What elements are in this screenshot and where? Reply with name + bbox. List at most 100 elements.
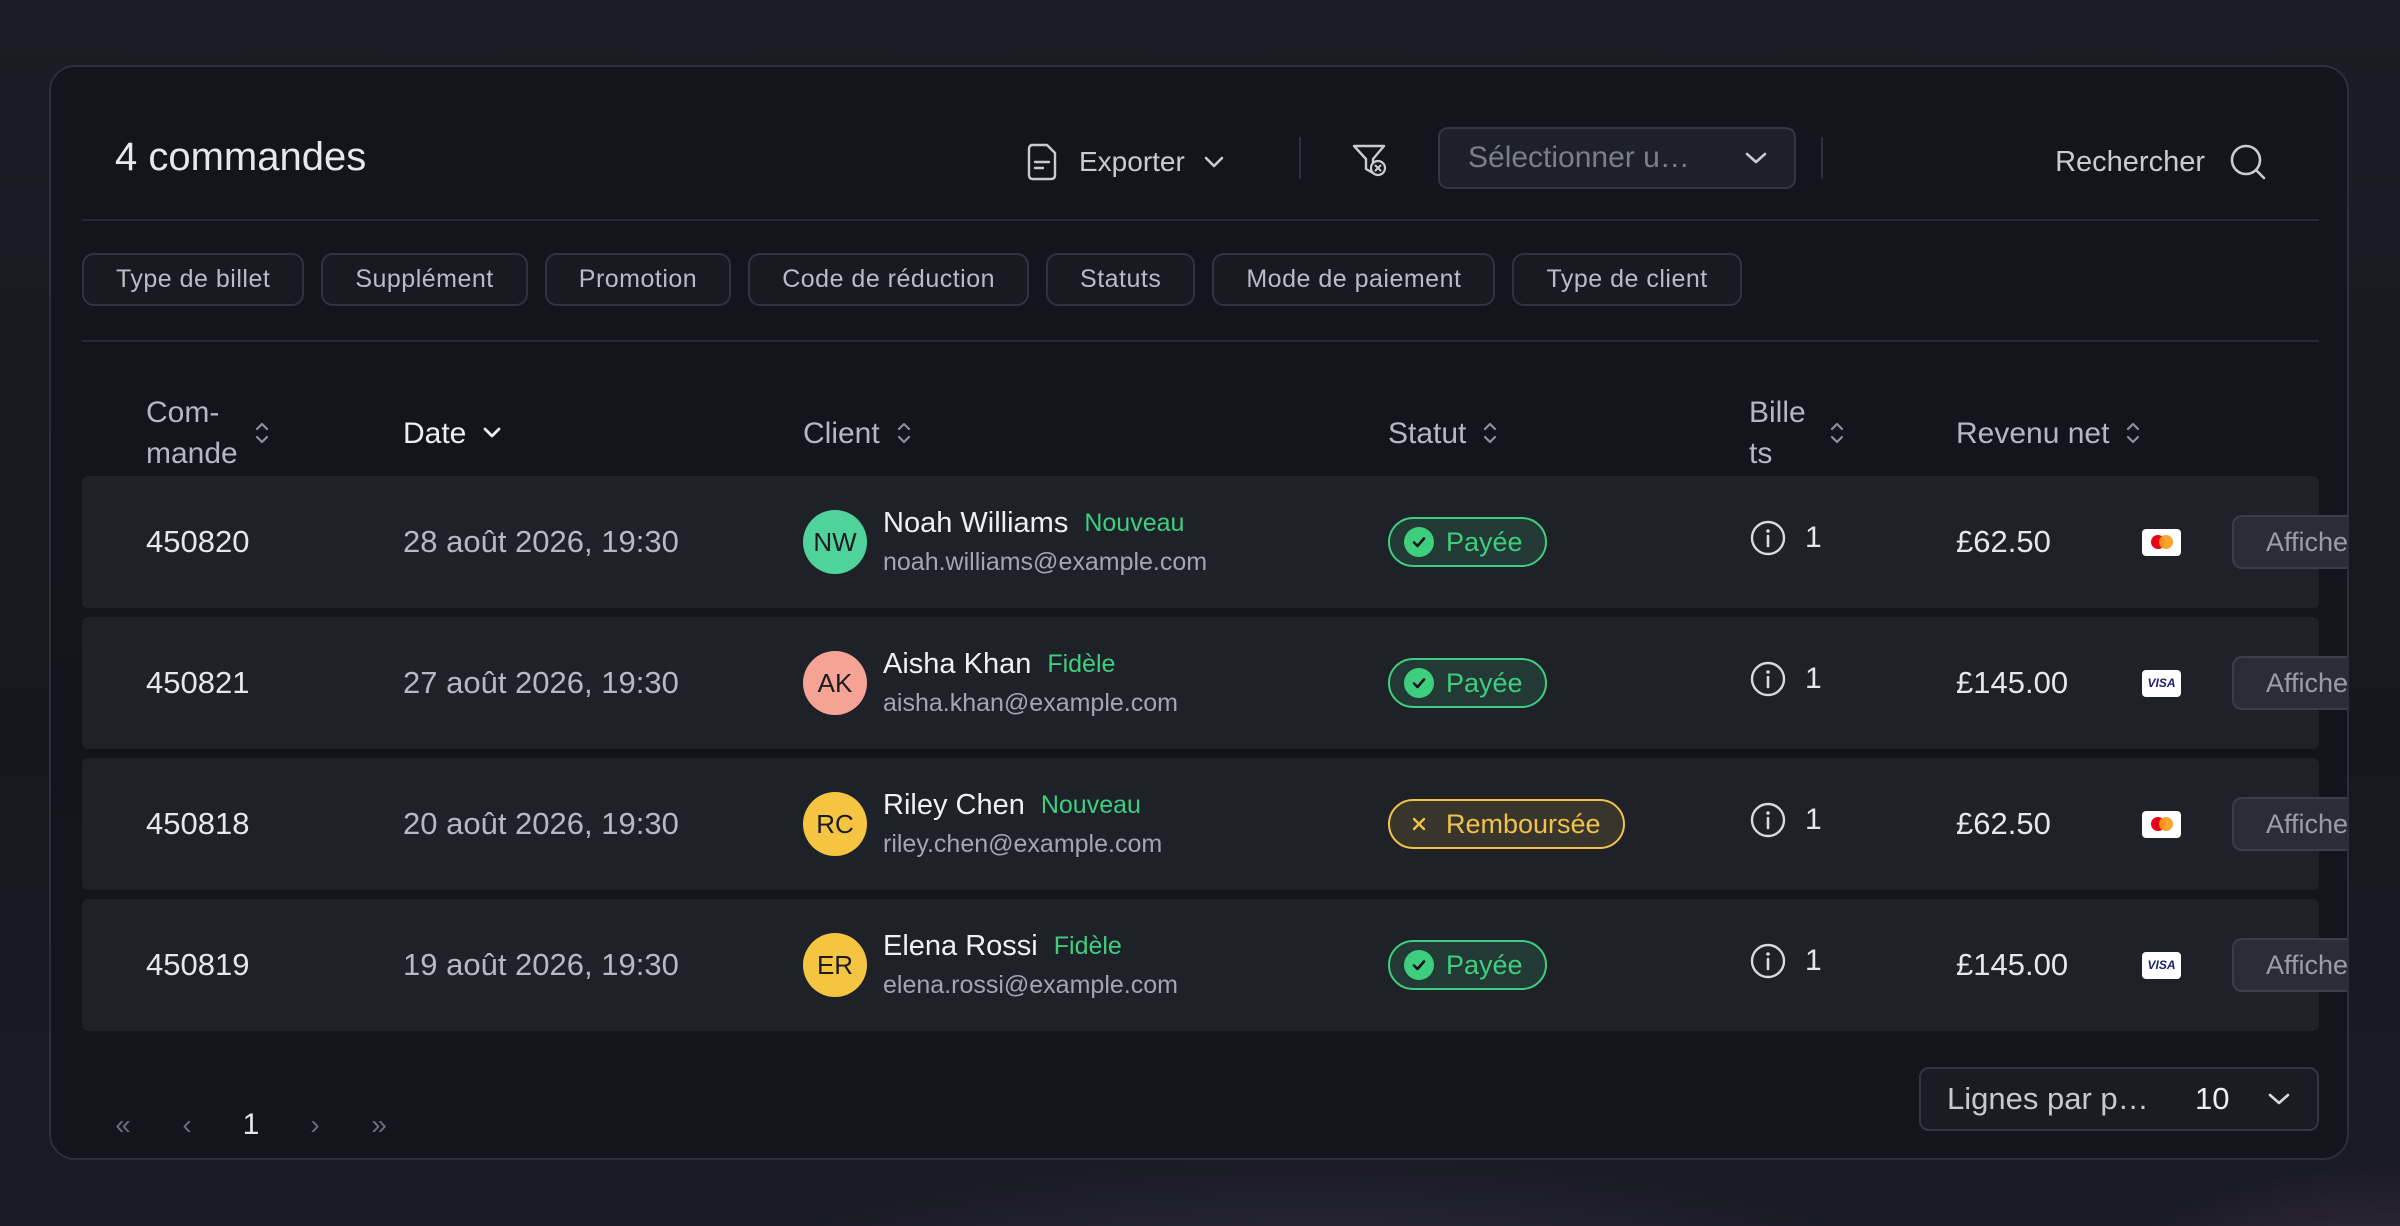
first-page-button[interactable]: « <box>91 1097 155 1153</box>
view-button[interactable]: Afficher <box>2232 938 2347 992</box>
select-dropdown[interactable]: Sélectionner u… <box>1438 127 1796 189</box>
export-label: Exporter <box>1079 146 1185 177</box>
tickets-count: 1 <box>1805 944 1822 977</box>
avatar: ER <box>803 933 867 997</box>
client-type-tag: Fidèle <box>1047 650 1116 678</box>
clear-filters-button[interactable] <box>1347 137 1393 183</box>
chevron-down-icon <box>1204 156 1224 168</box>
status-badge: Payée <box>1388 658 1547 708</box>
search-button[interactable]: Rechercher <box>2055 135 2269 189</box>
table-row[interactable]: 450820 28 août 2026, 19:30 NW Noah Willi… <box>82 476 2347 608</box>
client-cell: AK Aisha Khan Fidèle aisha.khan@example.… <box>803 617 1178 749</box>
status-cell: Payée <box>1388 617 1547 749</box>
tickets-count: 1 <box>1805 662 1822 695</box>
info-icon[interactable] <box>1749 519 1787 557</box>
client-name: Noah Williams <box>883 507 1069 539</box>
filter-chip-promotion[interactable]: Promotion <box>544 253 732 306</box>
column-label-date: Date <box>403 416 467 450</box>
view-button[interactable]: Afficher <box>2232 656 2347 710</box>
view-button[interactable]: Afficher <box>2232 515 2347 569</box>
table-row[interactable]: 450821 27 août 2026, 19:30 AK Aisha Khan… <box>82 617 2347 749</box>
status-label: Payée <box>1446 526 1523 557</box>
info-icon[interactable] <box>1749 942 1787 980</box>
toolbar: 4 commandes Exporter Sélectionner u… Rec… <box>51 67 2347 221</box>
tickets-cell: 1 <box>1749 613 1822 745</box>
info-icon[interactable] <box>1749 801 1787 839</box>
client-name: Elena Rossi <box>883 930 1038 962</box>
avatar-initials: ER <box>816 949 854 980</box>
client-cell: RC Riley Chen Nouveau riley.chen@example… <box>803 758 1162 890</box>
search-icon <box>2230 144 2266 180</box>
view-cell: Afficher <box>2232 617 2347 749</box>
prev-page-button[interactable]: ‹ <box>155 1097 219 1153</box>
status-label: Remboursée <box>1446 808 1601 839</box>
tickets-cell: 1 <box>1749 472 1822 604</box>
filter-clear-icon <box>1352 144 1387 177</box>
avatar-initials: NW <box>813 526 857 557</box>
sort-icon <box>2127 422 2140 444</box>
view-cell: Afficher <box>2232 758 2347 890</box>
filter-chip-ticket-type[interactable]: Type de billet <box>82 253 305 306</box>
filter-chip-client-type[interactable]: Type de client <box>1512 253 1742 306</box>
status-label: Payée <box>1446 949 1523 980</box>
search-label: Rechercher <box>2055 145 2205 178</box>
sort-icon <box>897 422 910 444</box>
avatar: AK <box>803 651 867 715</box>
net-revenue: £62.50 <box>1956 524 2051 559</box>
divider <box>82 219 2319 221</box>
info-icon[interactable] <box>1749 660 1787 698</box>
client-email: aisha.khan@example.com <box>883 689 1178 717</box>
client-email: riley.chen@example.com <box>883 830 1163 858</box>
client-email: noah.williams@example.com <box>883 548 1208 576</box>
client-info: Riley Chen Nouveau riley.chen@example.co… <box>883 789 1162 859</box>
column-label-client: Client <box>803 416 880 450</box>
avatar: NW <box>803 510 867 574</box>
filter-chip-discount-code[interactable]: Code de réduction <box>748 253 1030 306</box>
view-button[interactable]: Afficher <box>2232 797 2347 851</box>
check-circle-icon <box>1404 527 1434 557</box>
sort-desc-icon <box>483 427 501 438</box>
column-label-tickets: Bille ts <box>1749 396 1806 470</box>
order-date: 20 août 2026, 19:30 <box>403 806 679 841</box>
next-page-button[interactable]: › <box>283 1097 347 1153</box>
avatar: RC <box>803 792 867 856</box>
current-page[interactable]: 1 <box>219 1097 283 1153</box>
check-circle-icon <box>1404 668 1434 698</box>
filter-chip-supplement[interactable]: Supplément <box>321 253 528 306</box>
view-cell: Afficher <box>2232 476 2347 608</box>
export-button[interactable]: Exporter <box>1023 135 1225 189</box>
tickets-count: 1 <box>1805 521 1822 554</box>
tickets-cell: 1 <box>1749 895 1822 1027</box>
rows-per-page-label: Lignes par p… <box>1947 1081 2149 1116</box>
check-circle-icon <box>1404 950 1434 980</box>
status-badge: Payée <box>1388 517 1547 567</box>
table-row[interactable]: 450819 19 août 2026, 19:30 ER Elena Ross… <box>82 899 2347 1031</box>
client-type-tag: Nouveau <box>1040 791 1141 819</box>
rows-per-page-select[interactable]: Lignes par p… 10 <box>1919 1067 2319 1131</box>
payment-method-cell <box>2142 758 2181 890</box>
net-revenue: £62.50 <box>1956 806 2051 841</box>
toolbar-divider <box>1299 137 1301 179</box>
order-number: 450821 <box>146 665 250 700</box>
toolbar-divider <box>1821 137 1823 179</box>
client-type-tag: Nouveau <box>1084 509 1185 537</box>
client-email: elena.rossi@example.com <box>883 971 1178 999</box>
net-revenue: £145.00 <box>1956 665 2069 700</box>
filter-chip-statuses[interactable]: Statuts <box>1046 253 1196 306</box>
client-name: Riley Chen <box>883 789 1025 821</box>
table-row[interactable]: 450818 20 août 2026, 19:30 RC Riley Chen… <box>82 758 2347 890</box>
client-info: Aisha Khan Fidèle aisha.khan@example.com <box>883 648 1178 718</box>
order-date: 19 août 2026, 19:30 <box>403 947 679 982</box>
client-name-line: Riley Chen Nouveau <box>883 789 1162 822</box>
tickets-count: 1 <box>1805 803 1822 836</box>
payment-method-cell: VISA <box>2142 899 2181 1031</box>
sort-icon <box>255 422 268 444</box>
mastercard-icon <box>2142 810 2181 838</box>
page-title: 4 commandes <box>115 135 367 179</box>
status-badge: Remboursée <box>1388 799 1625 849</box>
last-page-button[interactable]: » <box>347 1097 411 1153</box>
client-info: Elena Rossi Fidèle elena.rossi@example.c… <box>883 930 1178 1000</box>
filter-chips: Type de billet Supplément Promotion Code… <box>82 253 1742 306</box>
avatar-initials: RC <box>816 808 854 839</box>
filter-chip-payment-method[interactable]: Mode de paiement <box>1212 253 1496 306</box>
